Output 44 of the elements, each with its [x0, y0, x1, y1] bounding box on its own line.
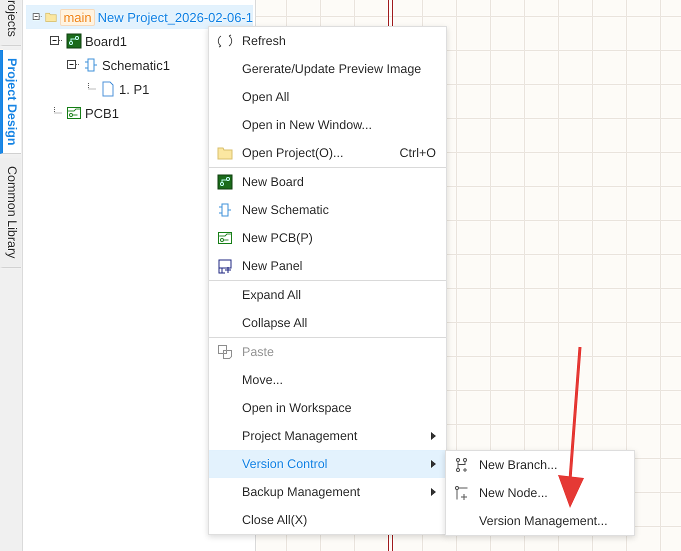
menu-item[interactable]: Move...: [209, 366, 446, 394]
tree-item-label: PCB1: [85, 106, 119, 120]
menu-item[interactable]: Project Management: [209, 422, 446, 450]
collapse-icon[interactable]: [32, 11, 42, 23]
branch-tag: main: [60, 8, 95, 26]
menu-item[interactable]: New Branch...: [446, 451, 634, 479]
menu-item[interactable]: Collapse All: [209, 309, 446, 337]
panel-icon: [217, 258, 233, 274]
menu-item[interactable]: Open in New Window...: [209, 111, 446, 139]
menu-item[interactable]: Expand All: [209, 281, 446, 309]
board-icon: [66, 33, 82, 49]
node-icon: [454, 485, 470, 501]
pcb-icon: [217, 230, 233, 246]
menu-item[interactable]: Backup Management: [209, 478, 446, 506]
menu-item[interactable]: New Board: [209, 168, 446, 196]
branch-icon: [454, 457, 470, 473]
menu-item[interactable]: New Node...: [446, 479, 634, 507]
schematic-icon: [217, 202, 233, 218]
tree-item-label: 1. P1: [119, 82, 150, 96]
side-tab[interactable]: Project Design: [0, 50, 21, 154]
collapse-icon[interactable]: [66, 59, 80, 71]
tree-item-label: New Project_2026-02-06-1: [98, 10, 253, 24]
menu-item[interactable]: New Schematic: [209, 196, 446, 224]
menu-item[interactable]: Refresh: [209, 27, 446, 55]
menu-item[interactable]: New Panel: [209, 252, 446, 280]
menu-item[interactable]: Open All: [209, 83, 446, 111]
side-tab[interactable]: rojects: [0, 0, 21, 46]
collapse-icon[interactable]: [49, 35, 63, 47]
menu-item[interactable]: Open in Workspace: [209, 394, 446, 422]
document-icon: [100, 81, 116, 97]
menu-item[interactable]: Close All(X): [209, 506, 446, 534]
menu-item[interactable]: Open Project(O)... Ctrl+O: [209, 139, 446, 167]
schematic-icon: [83, 57, 99, 73]
tree-item-label: Schematic1: [102, 58, 170, 72]
menu-item[interactable]: Gererate/Update Preview Image: [209, 55, 446, 83]
menu-item[interactable]: Version Management...: [446, 507, 634, 535]
folder-icon: [217, 145, 233, 161]
paste-icon: [217, 344, 233, 360]
pcb-icon: [66, 105, 82, 121]
refresh-icon: [217, 33, 233, 49]
board-icon: [217, 174, 233, 190]
tree-item-label: Board1: [85, 34, 127, 48]
shortcut-label: Ctrl+O: [400, 146, 436, 160]
menu-item[interactable]: New PCB(P): [209, 224, 446, 252]
